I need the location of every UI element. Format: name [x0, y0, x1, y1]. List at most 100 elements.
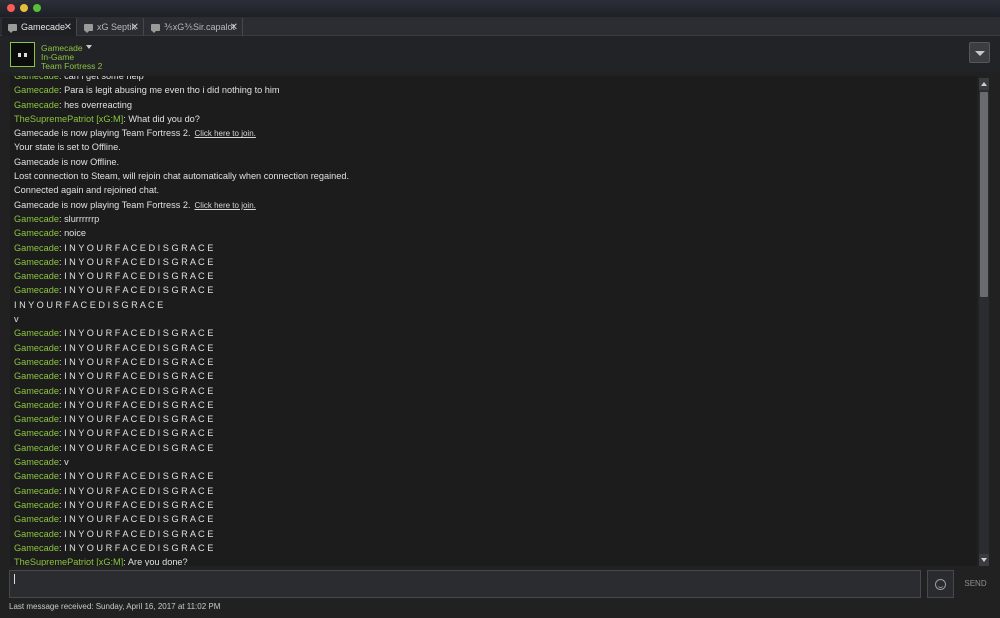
message-sender[interactable]: Gamecade [14, 328, 59, 338]
message-text: Para is legit abusing me even tho i did … [64, 85, 280, 96]
chat-message: Gamecade: I N Y O U R F A C E D I S G R … [14, 255, 974, 269]
send-button[interactable]: SEND [960, 570, 991, 598]
last-message-status: Last message received: Sunday, April 16,… [9, 602, 221, 611]
message-text: Your state is set to Offline. [14, 142, 121, 153]
message-sender[interactable]: Gamecade [14, 471, 59, 481]
message-sender[interactable]: Gamecade [14, 514, 59, 524]
message-sender[interactable]: Gamecade [14, 357, 59, 367]
emoticon-button[interactable] [927, 570, 954, 598]
message-sender[interactable]: Gamecade [14, 386, 59, 396]
close-icon[interactable]: ✕ [230, 22, 238, 33]
friend-header: Gamecade In-Game Team Fortress 2 [0, 36, 1000, 72]
close-icon[interactable]: ✕ [64, 22, 72, 33]
scroll-down-icon[interactable] [979, 554, 989, 566]
message-list: Gamecade: can i get some help Gamecade: P… [14, 76, 974, 566]
message-text: noice [64, 228, 87, 239]
window-close-button[interactable] [7, 4, 15, 12]
chat-message: Gamecade: I N Y O U R F A C E D I S G R … [14, 441, 974, 455]
message-sender[interactable]: Gamecade [14, 100, 59, 110]
emoticon-icon [935, 579, 946, 590]
message-sender[interactable]: Gamecade [14, 271, 59, 281]
join-game-link[interactable]: Click here to join. [195, 129, 256, 138]
message-sender[interactable]: Gamecade [14, 243, 59, 253]
message-text: What did you do? [128, 113, 200, 124]
message-sender[interactable]: Gamecade [14, 85, 59, 95]
message-sender[interactable]: Gamecade [14, 500, 59, 510]
tab-sir-capalot[interactable]: ⅗xG⅗Sir.capalot ✕ [145, 18, 243, 36]
close-icon[interactable]: ✕ [131, 22, 139, 33]
join-game-link[interactable]: Click here to join. [195, 201, 256, 210]
chat-message: Gamecade: can i get some help [14, 76, 974, 83]
message-sender[interactable]: Gamecade [14, 457, 59, 467]
chevron-down-icon[interactable] [86, 45, 92, 49]
scroll-thumb[interactable] [980, 92, 988, 297]
tab-gamecade[interactable]: Gamecade ✕ [2, 18, 77, 36]
message-sender[interactable]: Gamecade [14, 414, 59, 424]
tab-xg-septik[interactable]: xG Septik ✕ [78, 18, 144, 36]
message-sender[interactable]: Gamecade [14, 285, 59, 295]
chat-message: Your state is set to Offline. [14, 140, 974, 154]
message-text: I N Y O U R F A C E D I S G R A C E [64, 428, 214, 439]
message-sender[interactable]: Gamecade [14, 543, 59, 553]
message-text: I N Y O U R F A C E D I S G R A C E [64, 499, 214, 510]
chat-options-button[interactable] [969, 42, 990, 63]
chat-message: Gamecade: I N Y O U R F A C E D I S G R … [14, 512, 974, 526]
message-text: I N Y O U R F A C E D I S G R A C E [64, 399, 214, 410]
avatar[interactable] [10, 42, 35, 67]
chat-message: Gamecade: I N Y O U R F A C E D I S G R … [14, 326, 974, 340]
message-sender[interactable]: Gamecade [14, 443, 59, 453]
scroll-up-icon[interactable] [979, 78, 989, 90]
chat-message: Gamecade: I N Y O U R F A C E D I S G R … [14, 541, 974, 555]
chat-icon [8, 23, 17, 33]
message-sender[interactable]: TheSupremePatriot [xG:M] [14, 557, 123, 566]
message-input[interactable] [9, 570, 921, 598]
chat-message: Lost connection to Steam, will rejoin ch… [14, 169, 974, 183]
message-sender[interactable]: Gamecade [14, 371, 59, 381]
chat-message: Gamecade: slurrrrrrp [14, 212, 974, 226]
message-text: Connected again and rejoined chat. [14, 185, 160, 196]
chat-message: Gamecade is now playing Team Fortress 2.… [14, 126, 974, 140]
chat-message: Gamecade: I N Y O U R F A C E D I S G R … [14, 241, 974, 255]
window-minimize-button[interactable] [20, 4, 28, 12]
chat-message: Gamecade: I N Y O U R F A C E D I S G R … [14, 498, 974, 512]
message-sender[interactable]: Gamecade [14, 257, 59, 267]
chat-message: Connected again and rejoined chat. [14, 183, 974, 197]
window-maximize-button[interactable] [33, 4, 41, 12]
chat-message: Gamecade: I N Y O U R F A C E D I S G R … [14, 469, 974, 483]
chat-log: Gamecade: can i get some help Gamecade: P… [10, 76, 977, 566]
message-text: I N Y O U R F A C E D I S G R A C E [64, 371, 214, 382]
chat-message: Gamecade: I N Y O U R F A C E D I S G R … [14, 269, 974, 283]
chat-icon [151, 23, 160, 33]
message-sender[interactable]: Gamecade [14, 486, 59, 496]
chat-message: Gamecade is now Offline. [14, 155, 974, 169]
message-sender[interactable]: Gamecade [14, 428, 59, 438]
friend-game: Team Fortress 2 [41, 61, 103, 71]
chat-message: TheSupremePatriot [xG:M]: Are you done? [14, 555, 974, 566]
message-text: I N Y O U R F A C E D I S G R A C E [64, 385, 214, 396]
chat-scrollbar[interactable] [979, 78, 989, 566]
chat-message: I N Y O U R F A C E D I S G R A C E [14, 298, 974, 312]
message-text: I N Y O U R F A C E D I S G R A C E [14, 299, 164, 310]
message-text: I N Y O U R F A C E D I S G R A C E [64, 356, 214, 367]
dropdown-arrow-icon [975, 51, 985, 56]
message-sender[interactable]: Gamecade [14, 343, 59, 353]
message-sender[interactable]: Gamecade [14, 529, 59, 539]
message-text: I N Y O U R F A C E D I S G R A C E [64, 256, 214, 267]
chat-message: Gamecade: I N Y O U R F A C E D I S G R … [14, 341, 974, 355]
message-sender[interactable]: Gamecade [14, 76, 59, 81]
text-caret [14, 574, 15, 584]
message-sender[interactable]: Gamecade [14, 400, 59, 410]
message-text: can i get some help [64, 76, 144, 81]
message-text: I N Y O U R F A C E D I S G R A C E [64, 442, 214, 453]
message-text: I N Y O U R F A C E D I S G R A C E [64, 328, 214, 339]
message-text: Gamecade is now playing Team Fortress 2. [14, 199, 191, 210]
chat-message: Gamecade: hes overreacting [14, 98, 974, 112]
message-text: I N Y O U R F A C E D I S G R A C E [64, 342, 214, 353]
message-sender[interactable]: TheSupremePatriot [xG:M] [14, 114, 123, 124]
chat-message: TheSupremePatriot [xG:M]: What did you d… [14, 112, 974, 126]
avatar-eye [18, 53, 21, 57]
message-text: Are you done? [127, 557, 188, 566]
message-sender[interactable]: Gamecade [14, 214, 59, 224]
message-sender[interactable]: Gamecade [14, 228, 59, 238]
chat-message: Gamecade: noice [14, 226, 974, 240]
